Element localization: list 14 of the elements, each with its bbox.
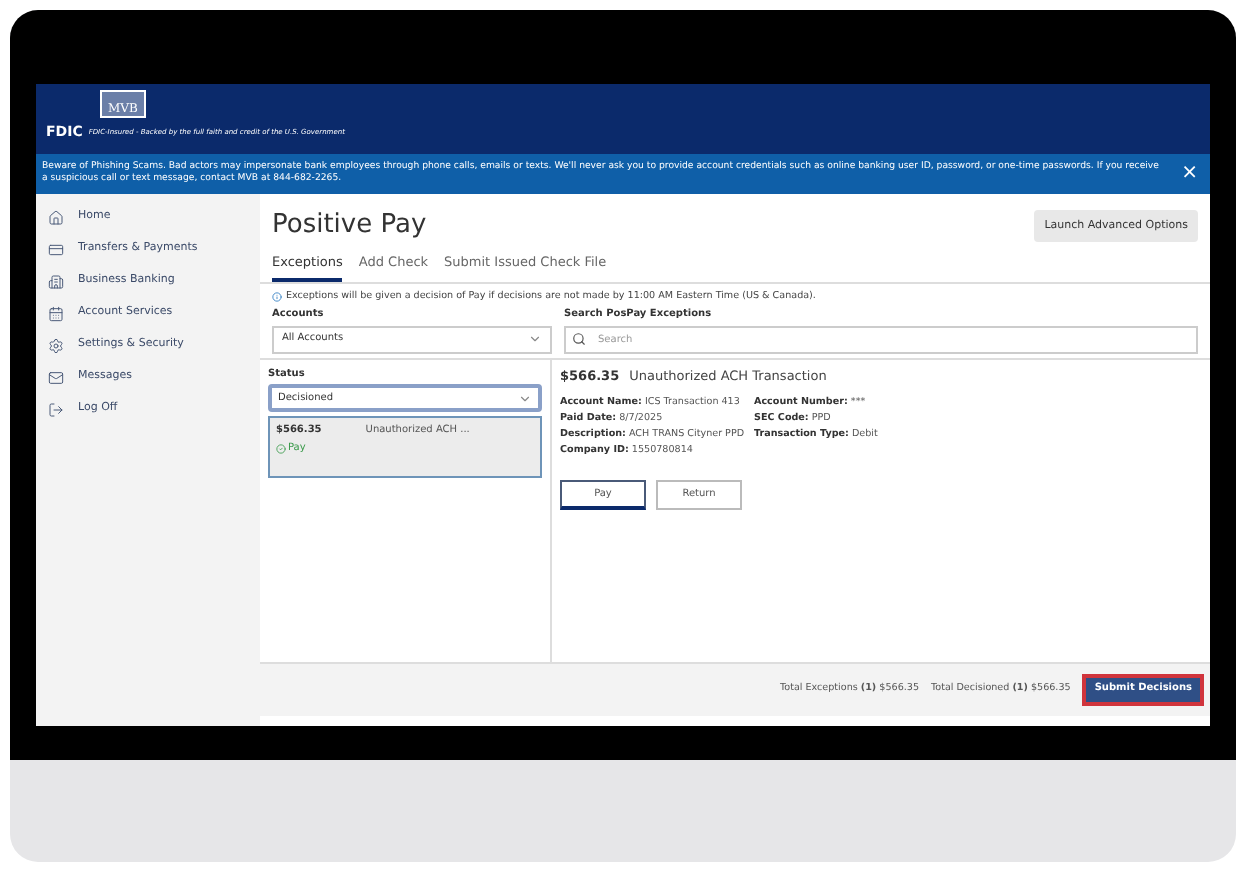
card-icon — [48, 241, 64, 257]
home-icon — [48, 209, 64, 225]
chevron-icon — [528, 332, 542, 347]
check-circle-icon — [276, 444, 286, 455]
logout-icon — [48, 401, 64, 417]
calendar-icon — [48, 305, 64, 321]
settings-icon — [48, 337, 64, 353]
building-icon — [48, 273, 64, 289]
close-button[interactable]: × — [1181, 164, 1204, 184]
chevron-icon — [518, 391, 532, 406]
envelope-icon — [48, 369, 64, 385]
page-title: Positive Pay — [272, 208, 427, 244]
search-icon — [572, 332, 586, 347]
info-icon — [272, 292, 282, 303]
